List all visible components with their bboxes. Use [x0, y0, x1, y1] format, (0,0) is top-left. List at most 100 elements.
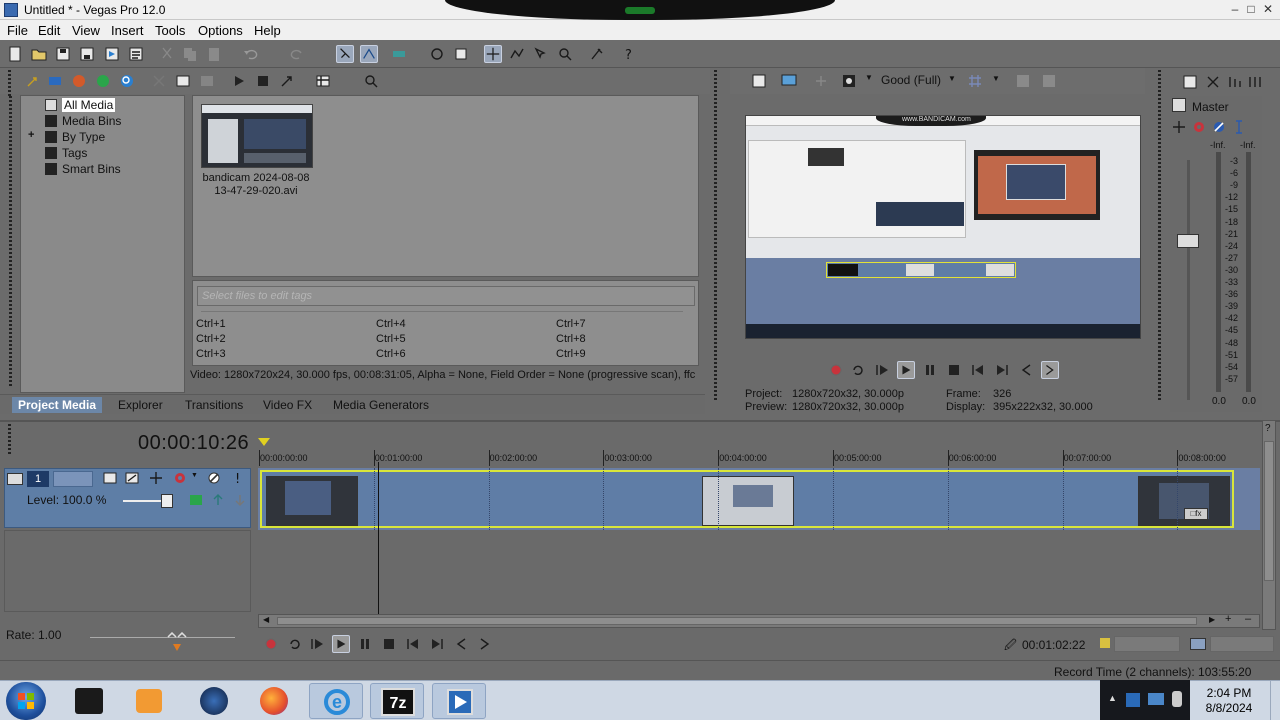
menu-tools[interactable]: Tools	[155, 23, 185, 38]
zoom-in-icon[interactable]: +	[1225, 613, 1231, 625]
tab-project-media[interactable]: Project Media	[12, 397, 103, 413]
paste-icon[interactable]	[205, 45, 223, 63]
scroll-left-icon[interactable]: ◀	[263, 615, 269, 624]
properties-icon[interactable]	[127, 45, 145, 63]
master-dock-grip[interactable]	[1158, 70, 1161, 400]
tag-shortcut[interactable]: Ctrl+4	[376, 318, 406, 330]
minimize-button[interactable]: –	[1228, 2, 1242, 16]
play-from-start-icon[interactable]	[873, 361, 891, 379]
tree-item-by-type[interactable]: By Type	[62, 130, 105, 144]
taskbar-app-firefox[interactable]	[247, 683, 301, 719]
overlays-grid-icon[interactable]	[966, 72, 984, 90]
new-project-icon[interactable]	[6, 45, 24, 63]
track-fx-bypass-icon[interactable]	[187, 491, 205, 509]
next-frame-icon[interactable]	[1041, 361, 1059, 379]
tag-shortcut[interactable]: Ctrl+6	[376, 348, 406, 360]
record-icon[interactable]	[827, 361, 845, 379]
selection-edit-tool-icon[interactable]	[532, 45, 550, 63]
play-icon[interactable]	[332, 635, 350, 653]
video-event-clip[interactable]: □fx	[260, 470, 1234, 528]
maximize-button[interactable]: □	[1244, 2, 1258, 16]
master-settings-icon[interactable]	[1190, 118, 1208, 136]
track-expand-icon[interactable]	[7, 473, 23, 485]
split-screen-view-icon[interactable]	[812, 72, 830, 90]
go-to-end-icon[interactable]	[993, 361, 1011, 379]
taskbar-app-vegas[interactable]	[432, 683, 486, 719]
media-thumbnail[interactable]	[201, 104, 313, 168]
show-desktop-button[interactable]	[1270, 680, 1280, 720]
edit-details-icon[interactable]: ?	[1265, 423, 1271, 434]
panel-grip[interactable]	[8, 70, 11, 96]
menu-view[interactable]: View	[72, 23, 100, 38]
dropdown-arrow-icon[interactable]: ▼	[992, 74, 1000, 83]
left-dock-grip[interactable]	[9, 96, 12, 386]
track-name-field[interactable]	[53, 471, 93, 487]
zoom-edit-tool-icon[interactable]	[556, 45, 574, 63]
dim-output-icon[interactable]	[1226, 73, 1244, 91]
open-icon[interactable]	[30, 45, 48, 63]
auto-crossfade-icon[interactable]	[360, 45, 378, 63]
selection-start-field[interactable]	[1114, 636, 1180, 652]
get-media-web-icon[interactable]	[70, 72, 88, 90]
master-properties-icon[interactable]	[1181, 73, 1199, 91]
start-button[interactable]	[6, 682, 46, 720]
menu-insert[interactable]: Insert	[111, 23, 144, 38]
play-media-icon[interactable]	[230, 72, 248, 90]
stop-media-icon[interactable]	[254, 72, 272, 90]
dropdown-arrow-icon[interactable]: ▼	[865, 73, 873, 82]
tag-shortcut[interactable]: Ctrl+8	[556, 333, 586, 345]
timeline-horizontal-scrollbar[interactable]: ◀ ▶ + –	[258, 613, 1260, 628]
scroll-right-icon[interactable]: ▶	[1209, 615, 1215, 624]
normal-edit-tool-icon[interactable]	[484, 45, 502, 63]
dropdown-arrow-icon[interactable]: ▼	[948, 74, 956, 83]
pause-icon[interactable]	[921, 361, 939, 379]
event-pan-crop-icon[interactable]: □fx	[1184, 508, 1208, 520]
extract-audio-icon[interactable]	[94, 72, 112, 90]
media-properties-icon[interactable]	[198, 72, 216, 90]
preview-quality-select[interactable]: Good (Full)	[881, 73, 941, 87]
tag-shortcut[interactable]: Ctrl+3	[196, 348, 226, 360]
menu-edit[interactable]: Edit	[38, 23, 60, 38]
selection-length-field[interactable]	[1210, 636, 1274, 652]
tab-transitions[interactable]: Transitions	[179, 397, 249, 413]
go-to-end-icon[interactable]	[428, 635, 446, 653]
go-to-start-icon[interactable]	[969, 361, 987, 379]
tag-shortcut[interactable]: Ctrl+5	[376, 333, 406, 345]
level-slider-handle[interactable]	[161, 494, 173, 508]
loop-playback-icon[interactable]	[286, 635, 304, 653]
tab-explorer[interactable]: Explorer	[112, 397, 169, 413]
cut-icon[interactable]	[158, 45, 176, 63]
go-to-start-icon[interactable]	[404, 635, 422, 653]
media-search-icon[interactable]	[362, 72, 380, 90]
tray-volume-icon[interactable]	[1172, 691, 1182, 707]
taskbar-app-7zip[interactable]: 7z	[370, 683, 424, 719]
show-hidden-icons-icon[interactable]: ▲	[1108, 693, 1117, 703]
expand-icon[interactable]: +	[28, 129, 34, 141]
external-monitor-icon[interactable]	[780, 72, 798, 90]
dropdown-arrow-icon[interactable]: ▼	[191, 472, 198, 479]
pause-icon[interactable]	[356, 635, 374, 653]
cursor-position-time[interactable]: 00:01:02:22	[1022, 638, 1085, 652]
master-fader-handle[interactable]	[1177, 234, 1199, 248]
taskbar-app-globe[interactable]	[186, 683, 240, 719]
stop-icon[interactable]	[945, 361, 963, 379]
play-icon[interactable]	[897, 361, 915, 379]
remove-media-icon[interactable]	[150, 72, 168, 90]
compositing-mode-icon[interactable]	[147, 469, 165, 487]
undo-icon[interactable]	[242, 45, 260, 63]
envelope-edit-tool-icon[interactable]	[508, 45, 526, 63]
timeline-ruler[interactable]: 00:00:00:00 00:01:00:00 00:02:00:00 00:03:0…	[258, 450, 1260, 466]
tag-shortcut[interactable]: Ctrl+1	[196, 318, 226, 330]
tree-item-all-media[interactable]: All Media	[62, 98, 116, 112]
whats-this-help-icon[interactable]: ?	[620, 45, 638, 63]
search-media-icon[interactable]	[118, 72, 136, 90]
record-icon[interactable]	[262, 635, 280, 653]
tag-shortcut[interactable]: Ctrl+9	[556, 348, 586, 360]
tree-item-media-bins[interactable]: Media Bins	[62, 114, 121, 128]
views-icon[interactable]	[314, 72, 332, 90]
menu-file[interactable]: File	[7, 23, 28, 38]
envelope-down-icon[interactable]	[231, 491, 249, 509]
preview-dock-grip[interactable]	[714, 70, 717, 400]
master-mute-icon[interactable]	[1210, 118, 1228, 136]
ignore-grouping-icon[interactable]	[452, 45, 470, 63]
